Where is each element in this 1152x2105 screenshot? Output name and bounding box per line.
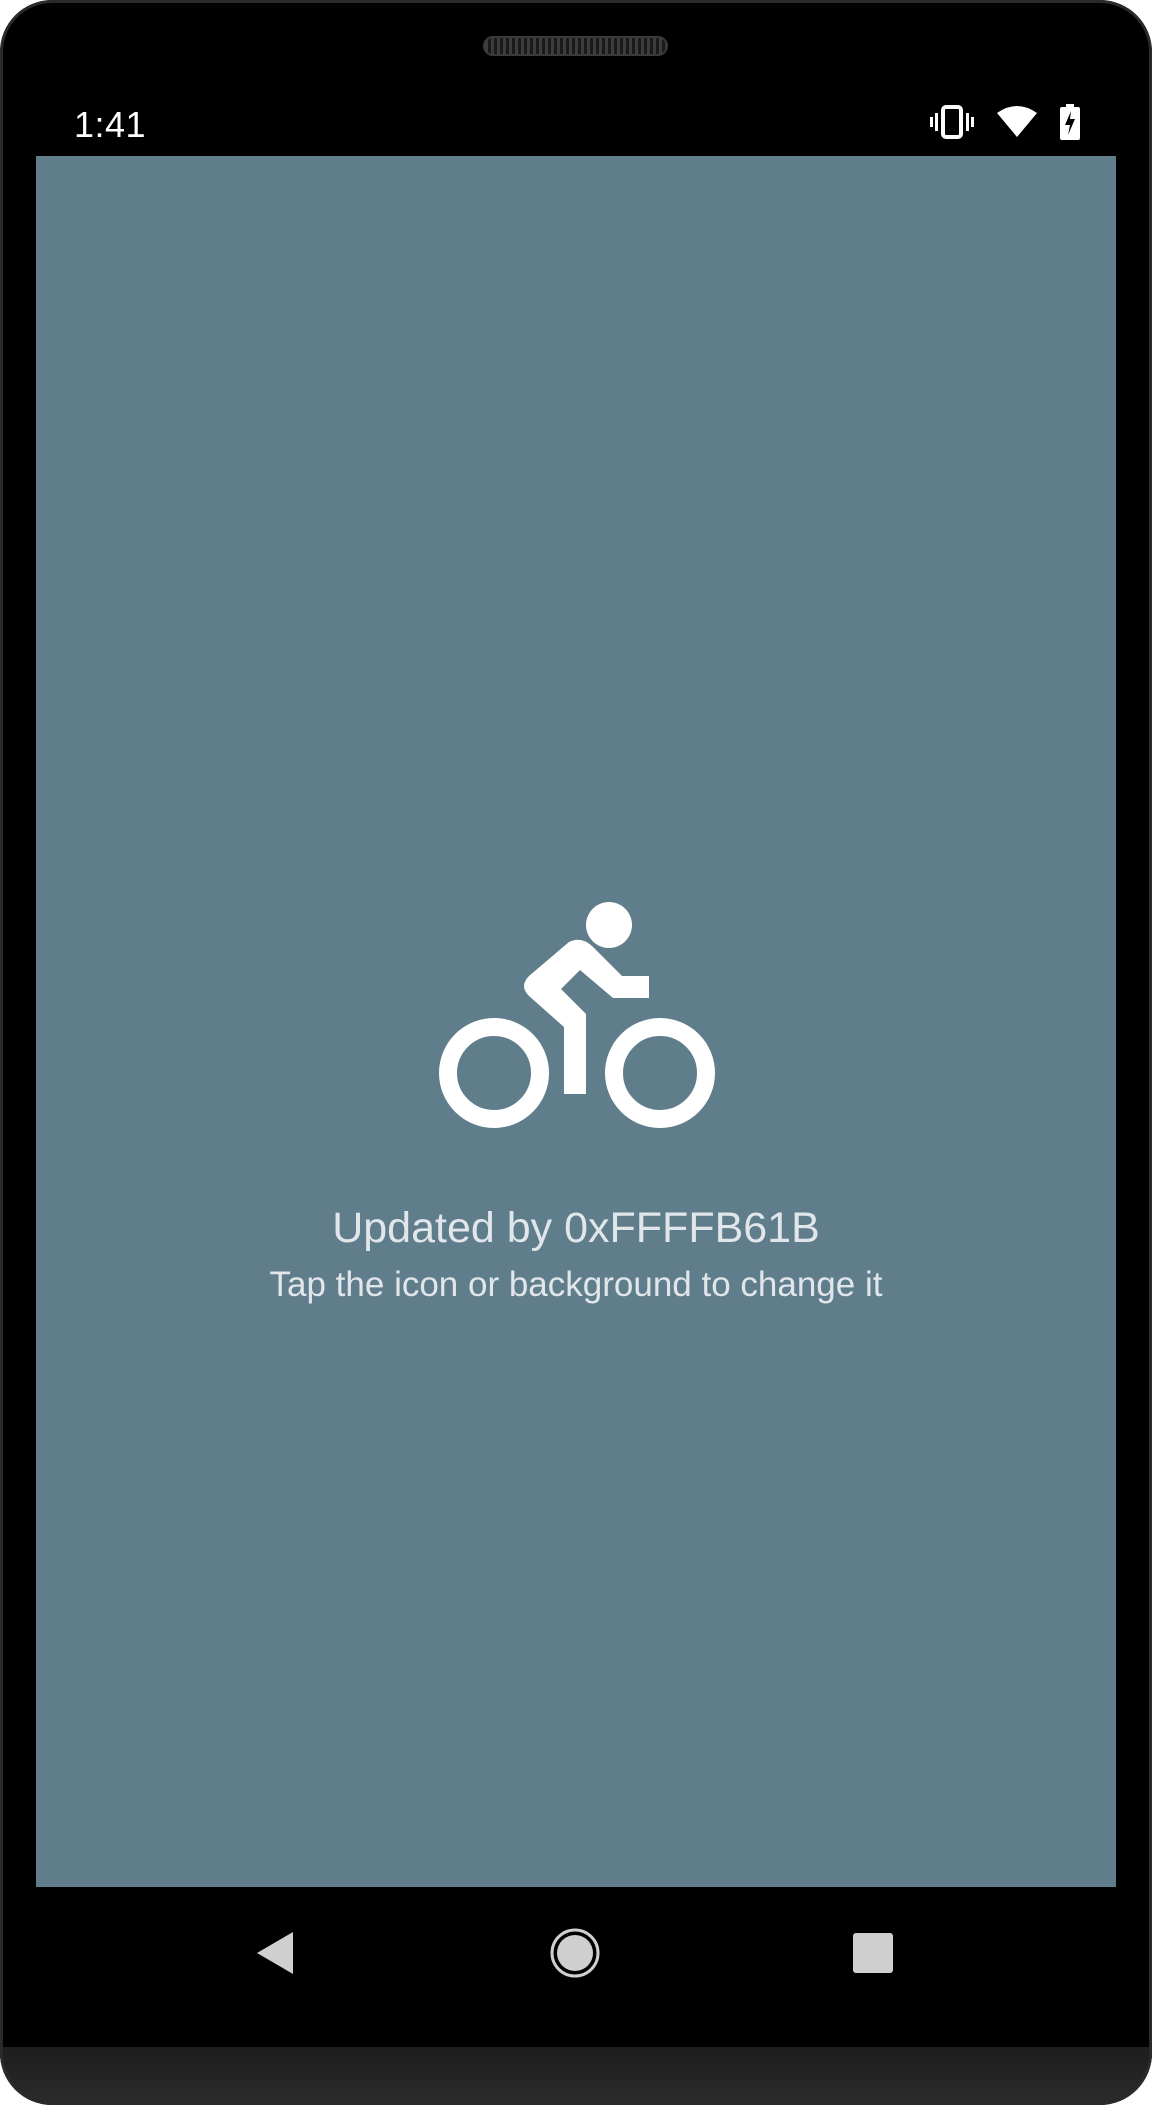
earpiece-speaker — [483, 36, 668, 56]
back-icon — [255, 1931, 295, 1980]
app-background[interactable]: Updated by 0xFFFFB61B Tap the icon or ba… — [36, 156, 1116, 1887]
vibrate-icon — [930, 105, 974, 139]
status-bar: 1:41 — [36, 90, 1116, 156]
status-time: 1:41 — [74, 104, 147, 145]
navigation-bar — [36, 1887, 1116, 2047]
battery-charging-icon — [1060, 104, 1080, 140]
home-icon — [550, 1928, 600, 1983]
status-icons — [930, 104, 1080, 140]
wifi-icon — [996, 106, 1038, 138]
color-status-title: Updated by 0xFFFFB61B — [332, 1204, 820, 1252]
recents-button[interactable] — [833, 1915, 913, 1995]
back-button[interactable] — [235, 1915, 315, 1995]
recents-icon — [852, 1932, 894, 1979]
device-frame: 1:41 Updated by 0xFFFFB61B Tap the icon … — [0, 0, 1152, 2105]
bike-icon[interactable] — [439, 902, 715, 1178]
home-button[interactable] — [535, 1915, 615, 1995]
instruction-text: Tap the icon or background to change it — [269, 1265, 883, 1304]
device-chin — [0, 2047, 1152, 2105]
app-content: Updated by 0xFFFFB61B Tap the icon or ba… — [36, 156, 1116, 1887]
